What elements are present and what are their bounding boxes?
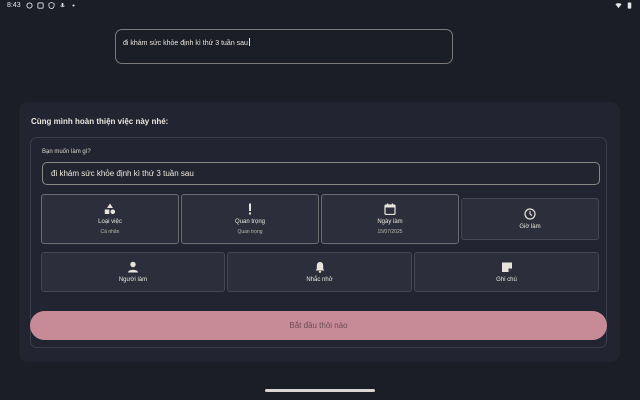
battery-icon <box>627 2 632 9</box>
text-cursor <box>248 38 250 46</box>
note-icon <box>501 262 512 272</box>
gesture-home-bar[interactable] <box>265 389 375 392</box>
priority-label: Quan trọng <box>234 219 266 225</box>
clock-icon <box>524 207 536 220</box>
panel-title: Cùng mình hoàn thiện việc này nhé: <box>31 117 169 126</box>
time-button[interactable]: Giờ làm <box>461 198 599 240</box>
status-time: 8:43 <box>7 2 21 9</box>
task-type-value: Cá nhân <box>100 229 120 235</box>
task-type-button[interactable]: Loại việc Cá nhân <box>41 194 179 244</box>
shapes-icon <box>104 203 116 215</box>
top-task-input[interactable]: đi khám sức khỏe định kì thứ 3 tuần sau <box>115 29 453 64</box>
bell-icon <box>315 261 324 273</box>
screenshot-icon <box>37 2 44 9</box>
task-name-field[interactable]: đi khám sức khỏe định kì thứ 3 tuần sau <box>42 162 600 185</box>
task-field-label: Bạn muốn làm gì? <box>42 149 91 155</box>
due-date-label: Ngày làm <box>377 219 403 225</box>
assignee-label: Người làm <box>118 276 148 283</box>
due-date-value: 15/07/2025 <box>377 229 403 235</box>
exclamation-icon <box>249 203 251 215</box>
dot-icon <box>72 4 75 7</box>
time-label: Giờ làm <box>519 223 541 230</box>
reminder-label: Nhắc nhở <box>306 276 333 283</box>
task-form: Bạn muốn làm gì? đi khám sức khỏe định k… <box>30 137 607 348</box>
assignee-button[interactable]: Người làm <box>41 252 225 292</box>
calendar-icon <box>384 203 396 215</box>
priority-value: Quan trọng <box>237 229 263 235</box>
top-task-input-text: đi khám sức khỏe định kì thứ 3 tuần sau <box>123 40 248 47</box>
task-type-label: Loại việc <box>98 219 122 225</box>
person-icon <box>128 261 138 272</box>
status-system-icons <box>615 2 633 9</box>
task-name-value: đi khám sức khỏe định kì thứ 3 tuần sau <box>51 169 194 178</box>
due-date-button[interactable]: Ngày làm 15/07/2025 <box>321 194 459 244</box>
task-detail-panel: Cùng mình hoàn thiện việc này nhé: Bạn m… <box>19 102 620 362</box>
shield-icon <box>48 2 55 9</box>
wifi-icon <box>615 3 622 9</box>
priority-button[interactable]: Quan trọng Quan trọng <box>181 194 319 244</box>
note-button[interactable]: Ghi chú <box>414 252 599 292</box>
sync-icon <box>26 2 33 9</box>
status-notification-icons <box>26 2 77 9</box>
note-label: Ghi chú <box>496 276 517 283</box>
reminder-button[interactable]: Nhắc nhở <box>227 252 412 292</box>
status-bar: 8:43 <box>0 0 640 14</box>
mic-icon <box>60 2 65 8</box>
start-button[interactable]: Bắt đầu thôi nào <box>30 311 607 340</box>
